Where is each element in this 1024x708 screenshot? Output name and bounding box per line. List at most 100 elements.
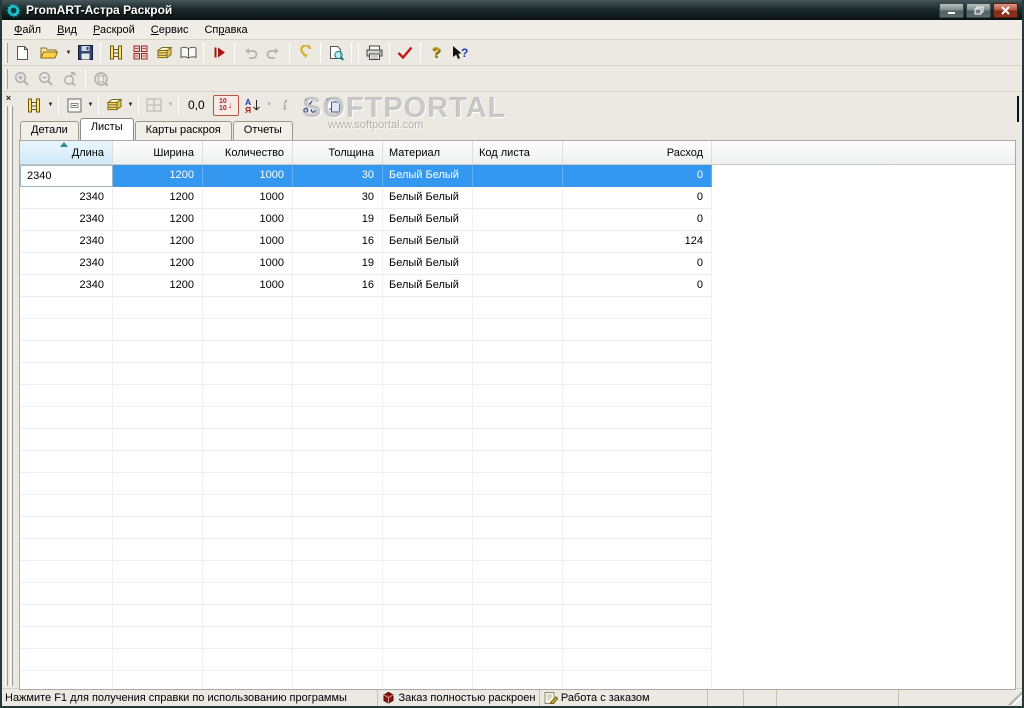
table-cell[interactable]: 2340 <box>20 209 113 231</box>
table-cell[interactable]: 0 <box>563 165 712 187</box>
tab-cutting-maps[interactable]: Карты раскроя <box>134 121 232 140</box>
details-dropdown-arrow[interactable]: ▼ <box>46 102 55 108</box>
check-button[interactable] <box>393 41 417 64</box>
open-button[interactable] <box>34 41 64 64</box>
dock-grip[interactable] <box>10 106 13 686</box>
precision-toggle-button[interactable]: 10 10 ↓ <box>212 94 239 116</box>
table-cell[interactable]: 1200 <box>113 209 203 231</box>
context-help-button[interactable]: ? <box>448 41 472 64</box>
menu-help[interactable]: Справка <box>196 22 255 38</box>
dock-close-icon[interactable]: × <box>3 93 14 104</box>
empty-table-row[interactable] <box>20 319 1015 341</box>
empty-table-row[interactable] <box>20 451 1015 473</box>
empty-table-row[interactable] <box>20 561 1015 583</box>
table-row[interactable]: 2340 1200 1000 16 Белый Белый 0 <box>20 275 1015 297</box>
table-cell[interactable]: Белый Белый <box>383 253 473 275</box>
table-row[interactable]: 2340 1200 1000 16 Белый Белый 124 <box>20 231 1015 253</box>
details-button[interactable] <box>22 94 46 117</box>
empty-table-row[interactable] <box>20 605 1015 627</box>
empty-table-row[interactable] <box>20 495 1015 517</box>
table-cell[interactable]: Белый Белый <box>383 165 473 187</box>
table-cell[interactable]: 30 <box>293 187 383 209</box>
table-row[interactable]: 2340 1200 1000 30 Белый Белый 0 <box>20 165 1015 187</box>
table-cell[interactable]: 16 <box>293 231 383 253</box>
table-cell[interactable]: 1000 <box>203 231 293 253</box>
table-cell[interactable]: 1200 <box>113 187 203 209</box>
menu-file[interactable]: Файл <box>6 22 49 38</box>
table-row[interactable]: 2340 1200 1000 19 Белый Белый 0 <box>20 253 1015 275</box>
layouts-view-button[interactable] <box>152 41 176 64</box>
table-cell[interactable]: 0 <box>563 253 712 275</box>
table-cell[interactable]: 0 <box>563 275 712 297</box>
empty-table-row[interactable] <box>20 341 1015 363</box>
new-document-button[interactable] <box>10 41 34 64</box>
column-header-6[interactable]: Расход <box>563 141 712 164</box>
empty-table-row[interactable] <box>20 385 1015 407</box>
table-cell[interactable] <box>473 187 563 209</box>
table-cell[interactable]: 1200 <box>113 165 203 187</box>
help-button[interactable]: ? <box>424 41 448 64</box>
table-cell[interactable]: Белый Белый <box>383 275 473 297</box>
empty-table-row[interactable] <box>20 429 1015 451</box>
empty-table-row[interactable] <box>20 649 1015 671</box>
empty-table-row[interactable] <box>20 671 1015 689</box>
table-row[interactable]: 2340 1200 1000 19 Белый Белый 0 <box>20 209 1015 231</box>
empty-table-row[interactable] <box>20 583 1015 605</box>
table-cell[interactable]: 1200 <box>113 231 203 253</box>
column-header-3[interactable]: Толщина <box>293 141 383 164</box>
run-button[interactable] <box>207 41 231 64</box>
tab-sheets[interactable]: Листы <box>79 118 134 140</box>
print-preview-button[interactable] <box>324 41 348 64</box>
empty-table-row[interactable] <box>20 517 1015 539</box>
catalog-book-button[interactable] <box>176 41 200 64</box>
table-cell[interactable] <box>473 253 563 275</box>
empty-table-row[interactable] <box>20 539 1015 561</box>
table-cell[interactable]: Белый Белый <box>383 231 473 253</box>
column-header-4[interactable]: Материал <box>383 141 473 164</box>
tab-reports[interactable]: Отчеты <box>232 121 293 140</box>
save-button[interactable] <box>73 41 97 64</box>
table-cell[interactable] <box>473 231 563 253</box>
column-header-1[interactable]: Ширина <box>113 141 203 164</box>
menu-cutting[interactable]: Раскрой <box>85 22 143 38</box>
table-cell[interactable] <box>473 209 563 231</box>
restore-hook-button[interactable] <box>293 41 317 64</box>
table-cell[interactable]: 1000 <box>203 165 293 187</box>
column-header-0[interactable]: Длина <box>20 141 113 164</box>
sort-button[interactable]: АЯ <box>241 94 265 117</box>
material-dropdown-arrow[interactable]: ▼ <box>126 102 135 108</box>
print-button[interactable] <box>362 41 386 64</box>
table-cell[interactable]: 19 <box>293 253 383 275</box>
table-cell[interactable]: 1000 <box>203 209 293 231</box>
material-button[interactable] <box>102 94 126 117</box>
column-header-5[interactable]: Код листа <box>473 141 563 164</box>
restore-button[interactable] <box>966 2 991 18</box>
table-cell[interactable]: Белый Белый <box>383 209 473 231</box>
table-row[interactable]: 2340 1200 1000 30 Белый Белый 0 <box>20 187 1015 209</box>
table-cell[interactable]: 1000 <box>203 275 293 297</box>
table-cell[interactable]: 1200 <box>113 253 203 275</box>
empty-table-row[interactable] <box>20 297 1015 319</box>
menu-service[interactable]: Сервис <box>143 22 197 38</box>
table-cell[interactable]: 2340 <box>20 187 113 209</box>
empty-table-row[interactable] <box>20 473 1015 495</box>
table-cell[interactable]: 1000 <box>203 187 293 209</box>
dock-grip[interactable] <box>5 106 8 686</box>
table-cell[interactable]: 1200 <box>113 275 203 297</box>
table-cell[interactable]: 30 <box>293 165 383 187</box>
open-dropdown-arrow[interactable]: ▼ <box>64 50 73 56</box>
close-button[interactable] <box>993 2 1018 18</box>
table-cell[interactable]: 2340 <box>20 275 113 297</box>
empty-table-row[interactable] <box>20 627 1015 649</box>
table-cell[interactable]: 2340 <box>20 253 113 275</box>
table-cell[interactable]: 19 <box>293 209 383 231</box>
table-cell[interactable]: 2340 <box>20 231 113 253</box>
table-cell[interactable] <box>473 165 563 187</box>
table-cell[interactable]: 124 <box>563 231 712 253</box>
table-cell[interactable]: 2340 <box>20 165 113 187</box>
table-cell[interactable]: 0 <box>563 187 712 209</box>
table-cell[interactable] <box>473 275 563 297</box>
minimize-button[interactable] <box>939 2 964 18</box>
details-view-button[interactable] <box>104 41 128 64</box>
sheets-view-button[interactable] <box>128 41 152 64</box>
